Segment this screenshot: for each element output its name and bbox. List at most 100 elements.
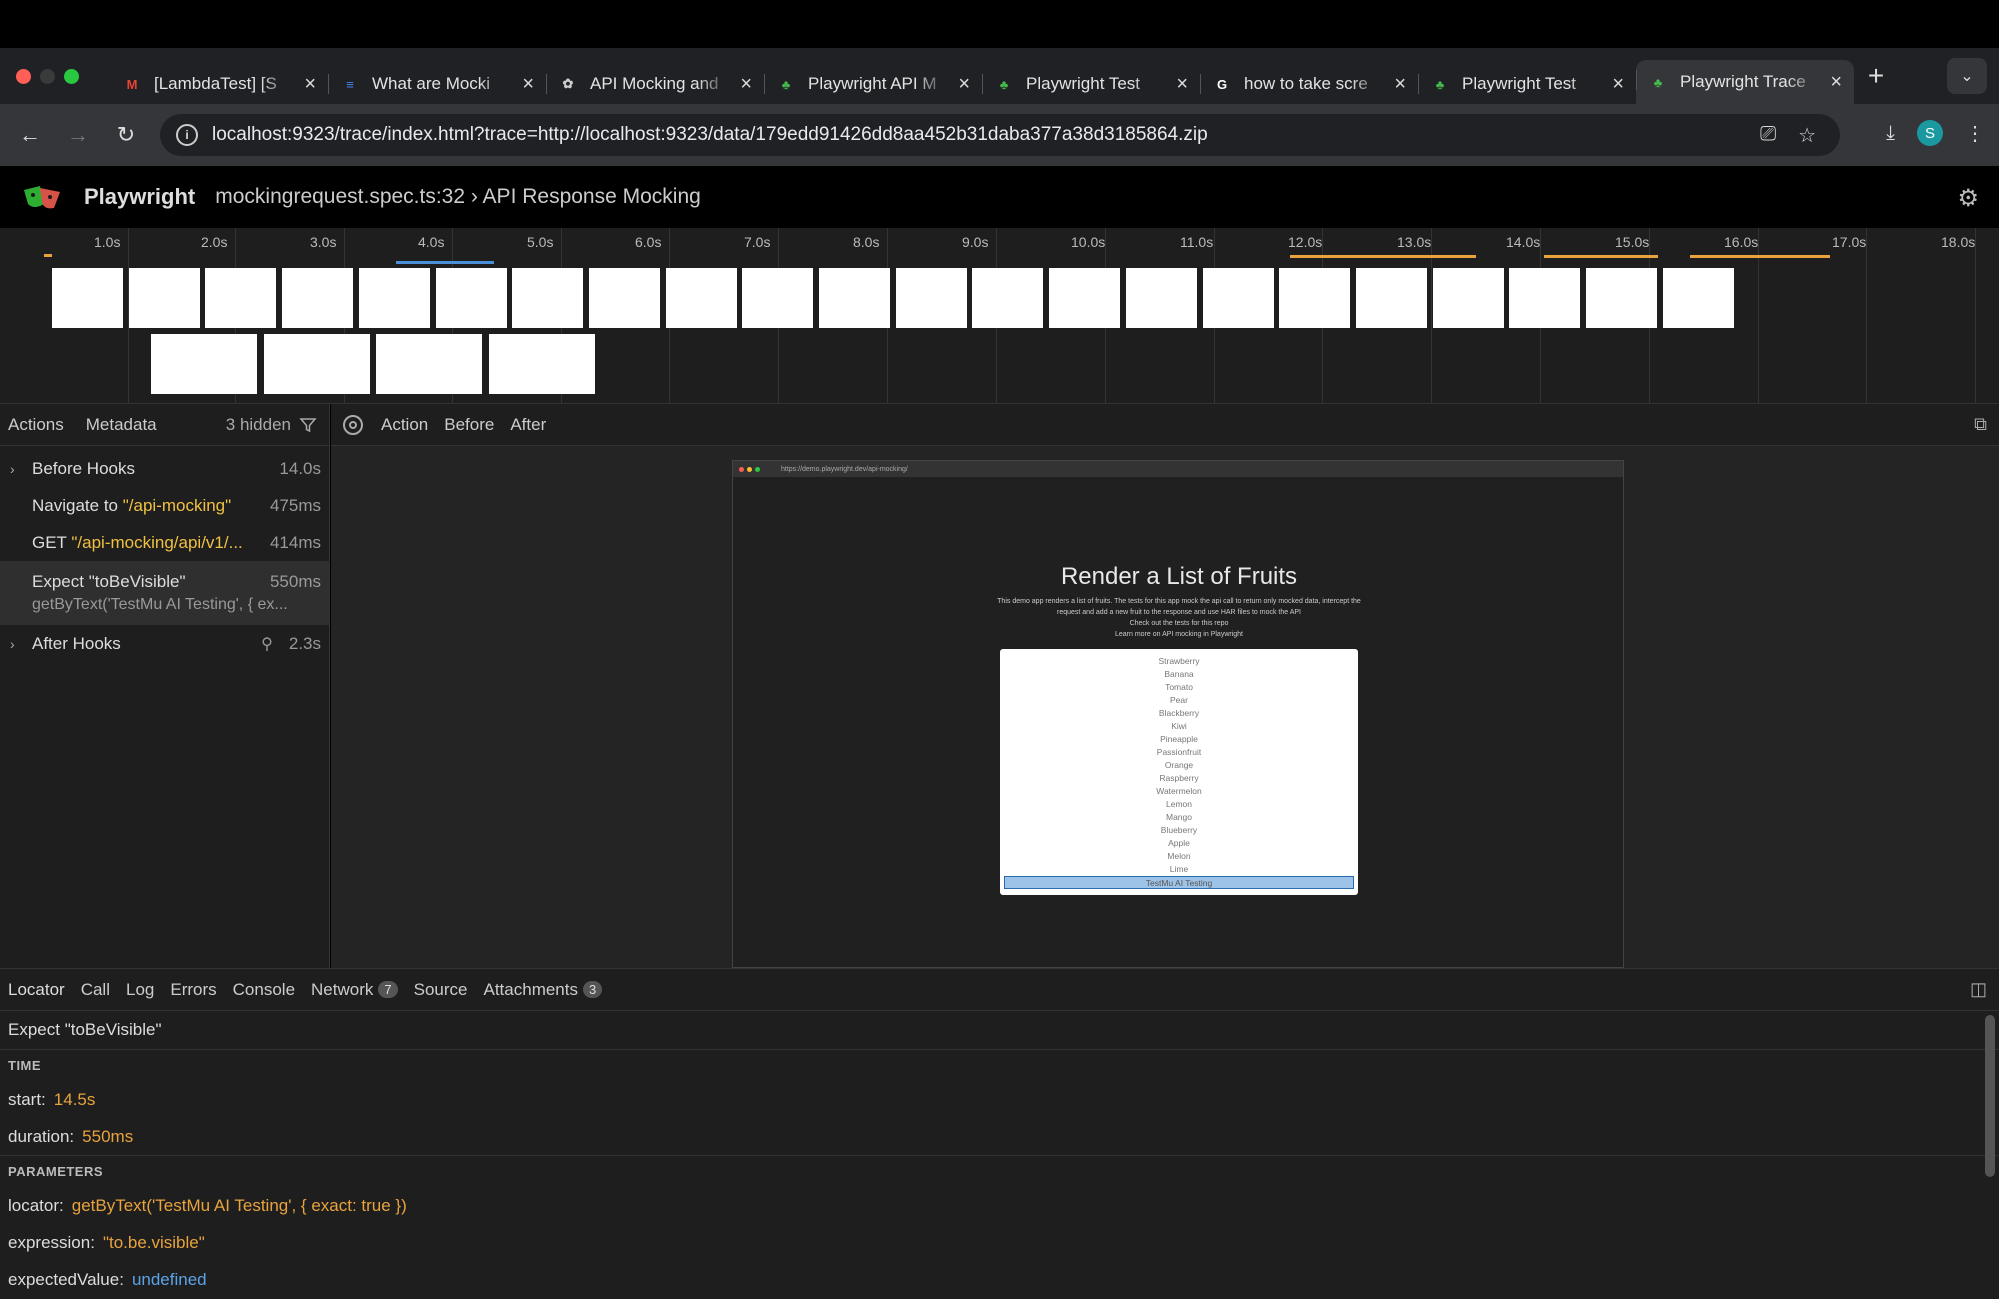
tab-console[interactable]: Console xyxy=(233,980,295,1000)
repo-link[interactable]: Check out the tests for this repo xyxy=(973,618,1385,629)
filmstrip-thumbnail[interactable] xyxy=(819,268,890,328)
timeline-action-bar[interactable] xyxy=(1290,255,1476,258)
filmstrip-thumbnail[interactable] xyxy=(358,268,430,328)
back-icon[interactable]: ← xyxy=(6,122,54,148)
filmstrip-thumbnail[interactable] xyxy=(1432,268,1504,328)
minimize-window-button[interactable] xyxy=(40,68,55,84)
filmstrip-thumbnail[interactable] xyxy=(151,334,257,394)
filmstrip-thumbnail[interactable] xyxy=(435,268,507,328)
url-bar[interactable]: i localhost:9323/trace/index.html?trace=… xyxy=(160,114,1840,156)
timeline-action-bar[interactable] xyxy=(1544,255,1658,258)
learn-more-link[interactable]: Learn more on API mocking in Playwright xyxy=(973,629,1385,640)
action-item[interactable]: › Before Hooks 14.0s xyxy=(0,450,329,487)
chevron-right-icon[interactable]: › xyxy=(10,636,32,652)
filmstrip-thumbnail[interactable] xyxy=(895,268,967,328)
filmstrip-thumbnail[interactable] xyxy=(1049,268,1121,328)
close-tab-icon[interactable]: × xyxy=(1612,73,1624,96)
browser-tab[interactable]: ≡ What are Mocki × xyxy=(328,64,546,104)
hidden-actions-filter[interactable]: 3 hidden xyxy=(226,415,317,435)
open-external-icon[interactable]: ⧉ xyxy=(1974,414,1987,435)
filmstrip-thumbnail[interactable] xyxy=(263,334,370,394)
profile-avatar[interactable]: S xyxy=(1917,120,1943,146)
filmstrip-thumbnail[interactable] xyxy=(52,268,123,328)
split-view-icon[interactable]: ◫ xyxy=(1970,979,1987,1000)
timeline-tick-label: 2.0s xyxy=(201,234,228,250)
tab-network[interactable]: Network 7 xyxy=(311,980,398,1000)
close-tab-icon[interactable]: × xyxy=(304,73,316,96)
tab-actions[interactable]: Actions xyxy=(8,415,64,435)
filmstrip-thumbnail[interactable] xyxy=(742,268,814,328)
filmstrip-thumbnail[interactable] xyxy=(1355,268,1427,328)
maximize-window-button[interactable] xyxy=(64,68,79,84)
filter-icon[interactable] xyxy=(299,416,317,434)
browser-tab[interactable]: ♣ Playwright API M × xyxy=(764,64,982,104)
close-tab-icon[interactable]: × xyxy=(1830,71,1842,94)
filmstrip-thumbnail[interactable] xyxy=(376,334,482,394)
close-tab-icon[interactable]: × xyxy=(740,73,752,96)
pick-locator-icon[interactable] xyxy=(343,414,363,435)
forward-icon[interactable]: → xyxy=(54,122,102,148)
tab-action[interactable]: Action xyxy=(381,415,428,435)
tab-attachments[interactable]: Attachments 3 xyxy=(484,980,603,1000)
filmstrip-thumbnail[interactable] xyxy=(205,268,277,328)
action-item[interactable]: GET "/api-mocking/api/v1/... 414ms xyxy=(0,524,329,561)
tab-label: Attachments xyxy=(483,979,579,999)
tab-search-button[interactable]: ⌄ xyxy=(1947,58,1987,94)
browser-tab[interactable]: ♣ Playwright Trace × xyxy=(1636,60,1854,104)
browser-tab[interactable]: ♣ Playwright Test × xyxy=(982,64,1200,104)
browser-tab[interactable]: ♣ Playwright Test × xyxy=(1418,64,1636,104)
tab-log[interactable]: Log xyxy=(126,980,154,1000)
download-icon[interactable]: ⤓ xyxy=(1886,122,1895,145)
filmstrip-thumbnail[interactable] xyxy=(1125,268,1197,328)
browser-tab-title: Playwright Test xyxy=(1462,74,1577,93)
settings-gear-icon[interactable]: ⚙ xyxy=(1957,184,1979,213)
filmstrip-thumbnail[interactable] xyxy=(128,268,200,328)
filmstrip-thumbnail[interactable] xyxy=(512,268,584,328)
close-tab-icon[interactable]: × xyxy=(958,73,970,96)
site-info-icon[interactable]: i xyxy=(176,124,198,146)
close-tab-icon[interactable]: × xyxy=(522,73,534,96)
chevron-right-icon[interactable]: › xyxy=(10,461,32,477)
browser-tab[interactable]: ✿ API Mocking and × xyxy=(546,64,764,104)
close-tab-icon[interactable]: × xyxy=(1394,73,1406,96)
attachment-icon[interactable]: ⚲ xyxy=(261,634,273,654)
filmstrip-thumbnail[interactable] xyxy=(1586,268,1657,328)
install-app-icon[interactable]: ⎚ xyxy=(1760,123,1776,148)
reload-icon[interactable]: ↻ xyxy=(102,122,150,148)
browser-tab[interactable]: M [LambdaTest] [S × xyxy=(110,64,328,104)
list-item: Passionfruit xyxy=(1156,747,1202,757)
tab-errors[interactable]: Errors xyxy=(170,980,216,1000)
timeline-action-bar[interactable] xyxy=(44,254,52,257)
action-item[interactable]: Expect "toBeVisible" 550ms getByText('Test… xyxy=(0,561,329,625)
filmstrip-thumbnail[interactable] xyxy=(488,334,595,394)
chrome-menu-icon[interactable]: ⋮ xyxy=(1965,121,1985,146)
filmstrip-thumbnail[interactable] xyxy=(972,268,1044,328)
details-scrollbar[interactable] xyxy=(1985,1015,1995,1177)
close-tab-icon[interactable]: × xyxy=(1176,73,1188,96)
filmstrip-thumbnail[interactable] xyxy=(588,268,660,328)
tab-call[interactable]: Call xyxy=(81,980,110,1000)
filmstrip-thumbnail[interactable] xyxy=(1279,268,1351,328)
url-text[interactable]: localhost:9323/trace/index.html?trace=ht… xyxy=(212,124,1208,146)
filmstrip-thumbnail[interactable] xyxy=(665,268,737,328)
filmstrip-thumbnail[interactable] xyxy=(1662,268,1734,328)
close-window-button[interactable] xyxy=(16,68,31,84)
timeline-action-bar[interactable] xyxy=(1690,255,1830,258)
tab-after[interactable]: After xyxy=(510,415,546,435)
timeline[interactable]: 1.0s 2.0s 3.0s 4.0s 5.0s 6.0s 7.0s 8.0s 9.0s 10.0… xyxy=(0,228,1999,404)
list-item: Tomato xyxy=(1165,682,1193,692)
filmstrip-thumbnail[interactable] xyxy=(1202,268,1274,328)
hidden-count: 3 hidden xyxy=(225,414,291,434)
timeline-action-bar[interactable] xyxy=(396,261,494,264)
filmstrip-thumbnail[interactable] xyxy=(1509,268,1581,328)
action-item[interactable]: Navigate to "/api-mocking" 475ms xyxy=(0,487,329,524)
new-tab-button[interactable]: + xyxy=(1854,60,1898,92)
browser-tab[interactable]: Ghow to take scre × xyxy=(1200,64,1418,104)
action-item[interactable]: › After Hooks ⚲ 2.3s xyxy=(0,625,329,662)
tab-locator[interactable]: Locator xyxy=(8,980,65,1000)
bookmark-star-icon[interactable]: ☆ xyxy=(1798,123,1816,148)
tab-metadata[interactable]: Metadata xyxy=(86,415,157,435)
filmstrip-thumbnail[interactable] xyxy=(282,268,354,328)
tab-source[interactable]: Source xyxy=(414,980,468,1000)
tab-before[interactable]: Before xyxy=(444,415,494,435)
